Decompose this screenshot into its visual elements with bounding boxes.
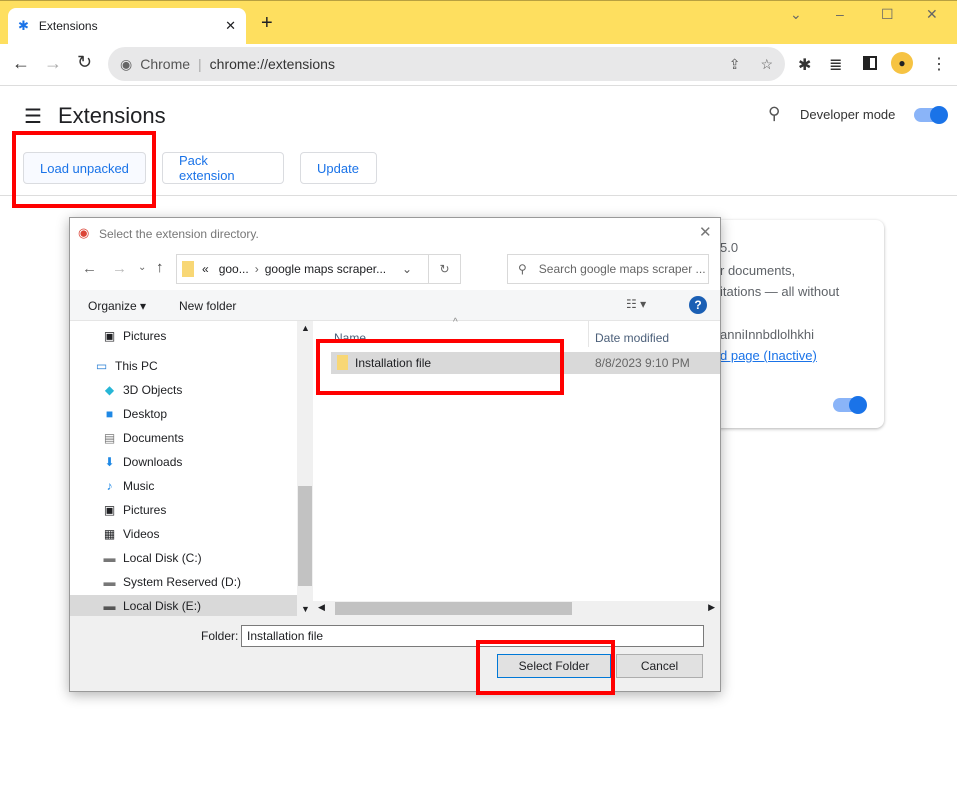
dialog-close-button[interactable]: ✕ bbox=[699, 223, 712, 241]
desktop-icon: ■ bbox=[105, 407, 114, 421]
cube-icon: ◆ bbox=[104, 383, 115, 397]
star-icon[interactable]: ☆ bbox=[760, 56, 773, 73]
highlight-box bbox=[316, 339, 564, 395]
address-bar[interactable]: ◉ Chrome | chrome://extensions ⇪ ☆ bbox=[108, 47, 785, 81]
puzzle-icon: ✱ bbox=[18, 18, 29, 33]
close-tab-icon[interactable]: ✕ bbox=[225, 18, 236, 34]
chrome-icon: ◉ bbox=[78, 225, 90, 240]
reload-icon[interactable]: ↻ bbox=[77, 52, 92, 73]
pictures-icon: ▣ bbox=[103, 329, 116, 343]
nav-item-this-pc[interactable]: ▭ This PC bbox=[94, 355, 158, 377]
new-tab-button[interactable]: + bbox=[261, 12, 273, 35]
pack-extension-button[interactable]: Pack extension bbox=[162, 152, 284, 184]
avatar[interactable]: ● bbox=[891, 52, 913, 74]
breadcrumb-item[interactable]: goo... bbox=[219, 262, 249, 276]
command-bar: Organize ▾ New folder ☷ ▾ ? bbox=[70, 290, 720, 321]
nav-item-downloads[interactable]: ⬇ Downloads bbox=[102, 451, 182, 473]
nav-item-local-disk-c[interactable]: ▬ Local Disk (C:) bbox=[102, 547, 202, 569]
back-icon[interactable]: ← bbox=[82, 260, 97, 277]
chevron-down-icon[interactable]: ⌄ bbox=[402, 262, 428, 276]
new-folder-button[interactable]: New folder bbox=[179, 299, 236, 313]
organize-button[interactable]: Organize ▾ bbox=[88, 299, 146, 313]
tab-extensions[interactable]: ✱ Extensions ✕ bbox=[8, 8, 246, 44]
media-icon[interactable]: ≣ bbox=[829, 55, 842, 75]
cancel-button[interactable]: Cancel bbox=[616, 654, 703, 678]
breadcrumb-item[interactable]: google maps scraper... bbox=[265, 262, 402, 276]
drive-icon: ▬ bbox=[103, 575, 116, 589]
nav-item-system-reserved-d[interactable]: ▬ System Reserved (D:) bbox=[102, 571, 242, 593]
inspect-views-link[interactable]: d page (Inactive) bbox=[720, 348, 817, 363]
forward-icon[interactable]: → bbox=[112, 260, 127, 277]
address-breadcrumb[interactable]: « goo... › google maps scraper... ⌄ ↻ bbox=[176, 254, 461, 284]
folder-input[interactable]: Installation file bbox=[241, 625, 704, 647]
nav-item-pictures-2[interactable]: ▣ Pictures bbox=[102, 499, 167, 521]
search-icon: ⚲ bbox=[518, 262, 527, 276]
share-icon[interactable]: ⇪ bbox=[729, 56, 741, 73]
recent-dropdown-icon[interactable]: ⌄ bbox=[138, 262, 146, 273]
side-panel-icon[interactable] bbox=[863, 56, 877, 70]
refresh-icon[interactable]: ↻ bbox=[428, 255, 460, 283]
music-icon: ♪ bbox=[106, 479, 113, 493]
view-options-icon[interactable]: ☷ ▾ bbox=[626, 297, 646, 311]
extensions-icon[interactable]: ✱ bbox=[798, 55, 811, 75]
up-icon[interactable]: ↑ bbox=[156, 259, 164, 276]
nav-item-desktop[interactable]: ■ Desktop bbox=[102, 403, 167, 425]
column-header-date[interactable]: Date modified bbox=[595, 331, 669, 345]
nav-item-music[interactable]: ♪ Music bbox=[102, 475, 155, 497]
nav-item-documents[interactable]: ▤ Documents bbox=[102, 427, 184, 449]
search-input[interactable]: ⚲ Search google maps scraper ... bbox=[507, 254, 709, 284]
close-window-button[interactable]: ✕ bbox=[926, 6, 938, 23]
developer-mode-label: Developer mode bbox=[800, 107, 896, 122]
developer-mode-toggle[interactable] bbox=[914, 106, 948, 124]
navigation-pane: ▣ Pictures ▭ This PC ◆ 3D Objects ■ Desktop … bbox=[70, 321, 313, 617]
nav-item-3d-objects[interactable]: ◆ 3D Objects bbox=[102, 379, 182, 401]
nav-item-local-disk-e[interactable]: ▬ Local Disk (E:) bbox=[70, 595, 297, 617]
pc-icon: ▭ bbox=[95, 359, 108, 373]
update-button[interactable]: Update bbox=[300, 152, 377, 184]
folder-icon bbox=[182, 261, 194, 277]
minimize-button[interactable]: – bbox=[836, 6, 844, 22]
hamburger-icon[interactable]: ☰ bbox=[24, 104, 42, 129]
horizontal-scrollbar[interactable]: ◀ ▶ bbox=[313, 601, 720, 616]
tab-search-icon[interactable]: ⌄ bbox=[790, 6, 802, 23]
download-icon: ⬇ bbox=[104, 455, 115, 469]
dialog-title: Select the extension directory. bbox=[99, 227, 259, 241]
back-icon[interactable]: ← bbox=[12, 53, 30, 74]
chrome-icon: ◉ bbox=[120, 55, 133, 72]
documents-icon: ▤ bbox=[103, 431, 116, 445]
pictures-icon: ▣ bbox=[103, 503, 116, 517]
video-icon: ▦ bbox=[103, 527, 116, 541]
forward-icon[interactable]: → bbox=[44, 53, 62, 74]
sort-arrow-icon: ^ bbox=[453, 317, 458, 328]
nav-scrollbar[interactable]: ▲ ▼ bbox=[297, 321, 313, 616]
nav-item-videos[interactable]: ▦ Videos bbox=[102, 523, 160, 545]
help-icon[interactable]: ? bbox=[689, 296, 707, 314]
highlight-box bbox=[12, 131, 156, 208]
extension-card: 5.0 r documents, itations — all without … bbox=[705, 220, 884, 428]
file-dialog: ◉ Select the extension directory. ✕ ← → … bbox=[69, 217, 721, 692]
dialog-footer: Folder: Installation file Select Folder … bbox=[70, 616, 720, 691]
nav-item-pictures[interactable]: ▣ Pictures bbox=[102, 325, 167, 347]
page-title: Extensions bbox=[58, 103, 166, 128]
drive-icon: ▬ bbox=[103, 551, 116, 565]
highlight-box bbox=[476, 640, 615, 695]
drive-icon: ▬ bbox=[103, 599, 116, 613]
maximize-button[interactable]: ☐ bbox=[881, 6, 894, 23]
search-icon[interactable]: ⚲ bbox=[768, 104, 780, 124]
extension-toggle[interactable] bbox=[833, 396, 867, 414]
menu-icon[interactable]: ⋮ bbox=[931, 54, 947, 74]
